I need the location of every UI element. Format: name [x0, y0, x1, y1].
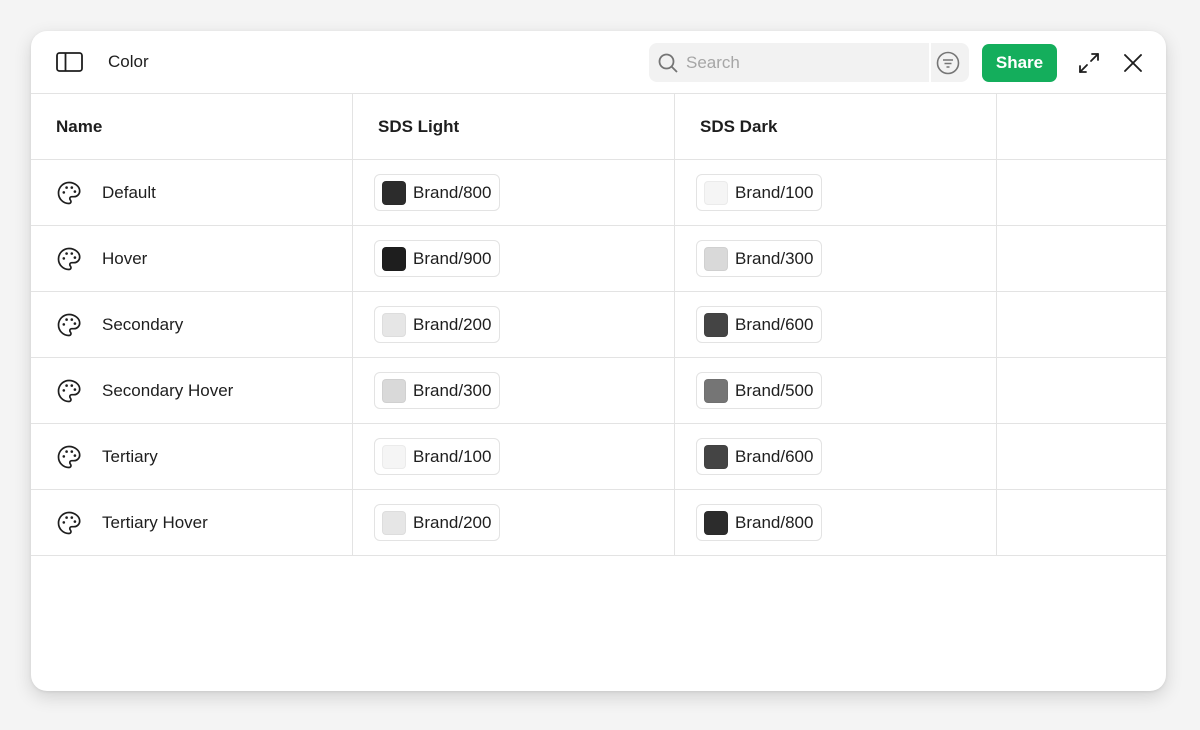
color-token-label: Brand/800 [735, 512, 814, 532]
sds-light-cell: Brand/200 [353, 490, 675, 555]
color-token-label: Brand/500 [735, 380, 814, 400]
sds-dark-cell: Brand/800 [675, 490, 997, 555]
color-token-chip[interactable]: Brand/300 [374, 372, 501, 409]
sds-light-cell: Brand/300 [353, 358, 675, 423]
table-row[interactable]: Default Brand/800 Brand/100 [31, 160, 1166, 226]
color-token-label: Brand/300 [413, 380, 492, 400]
color-token-label: Brand/900 [413, 248, 492, 268]
color-token-chip[interactable]: Brand/500 [696, 372, 823, 409]
color-swatch [704, 444, 728, 469]
search-box [649, 43, 969, 82]
column-header-name[interactable]: Name [31, 94, 353, 159]
color-swatch [382, 444, 406, 469]
empty-cell [997, 424, 1166, 489]
palette-icon [56, 444, 82, 470]
variable-name: Default [102, 182, 156, 202]
palette-icon [56, 510, 82, 536]
empty-cell [997, 292, 1166, 357]
color-token-label: Brand/100 [413, 446, 492, 466]
table-row[interactable]: Secondary Hover Brand/300 Brand/500 [31, 358, 1166, 424]
color-swatch [382, 378, 406, 403]
color-token-chip[interactable]: Brand/200 [374, 504, 501, 541]
expand-icon[interactable] [1077, 51, 1101, 75]
color-swatch [382, 246, 406, 271]
sds-dark-cell: Brand/600 [675, 424, 997, 489]
sds-light-cell: Brand/200 [353, 292, 675, 357]
sds-dark-cell: Brand/100 [675, 160, 997, 225]
search-icon [658, 53, 678, 73]
color-swatch [704, 378, 728, 403]
color-token-chip[interactable]: Brand/300 [696, 240, 823, 277]
color-swatch [382, 510, 406, 535]
color-swatch [704, 246, 728, 271]
palette-icon [56, 180, 82, 206]
column-header-sds-light[interactable]: SDS Light [353, 94, 675, 159]
color-token-chip[interactable]: Brand/900 [374, 240, 501, 277]
color-swatch [382, 312, 406, 337]
close-icon[interactable] [1121, 51, 1145, 75]
table-header-row: Name SDS Light SDS Dark [31, 94, 1166, 160]
color-token-chip[interactable]: Brand/800 [374, 174, 501, 211]
name-cell: Default [31, 160, 353, 225]
color-swatch [704, 312, 728, 337]
color-swatch [704, 510, 728, 535]
color-token-label: Brand/800 [413, 182, 492, 202]
color-token-label: Brand/600 [735, 314, 814, 334]
color-table-window: Color Share [31, 31, 1166, 691]
column-header-empty [997, 94, 1166, 159]
color-token-label: Brand/300 [735, 248, 814, 268]
toolbar: Color Share [31, 31, 1166, 94]
palette-icon [56, 378, 82, 404]
sds-light-cell: Brand/100 [353, 424, 675, 489]
variable-name: Tertiary [102, 446, 158, 466]
share-button[interactable]: Share [982, 44, 1057, 82]
variable-name: Secondary Hover [102, 380, 234, 400]
table-row[interactable]: Hover Brand/900 Brand/300 [31, 226, 1166, 292]
sds-light-cell: Brand/800 [353, 160, 675, 225]
color-swatch [704, 180, 728, 205]
variable-name: Secondary [102, 314, 184, 334]
variable-name: Hover [102, 248, 148, 268]
variable-name: Tertiary Hover [102, 512, 208, 532]
color-token-label: Brand/200 [413, 314, 492, 334]
palette-icon [56, 312, 82, 338]
palette-icon [56, 246, 82, 272]
sds-dark-cell: Brand/300 [675, 226, 997, 291]
search-divider [929, 43, 931, 82]
name-cell: Hover [31, 226, 353, 291]
color-token-label: Brand/100 [735, 182, 814, 202]
color-table: Name SDS Light SDS Dark Default Brand/800… [31, 94, 1166, 556]
name-cell: Tertiary Hover [31, 490, 353, 555]
color-token-chip[interactable]: Brand/800 [696, 504, 823, 541]
sds-dark-cell: Brand/500 [675, 358, 997, 423]
color-token-chip[interactable]: Brand/100 [374, 438, 501, 475]
color-token-label: Brand/600 [735, 446, 814, 466]
color-token-chip[interactable]: Brand/200 [374, 306, 501, 343]
color-swatch [382, 180, 406, 205]
name-cell: Tertiary [31, 424, 353, 489]
sidebar-toggle-icon[interactable] [55, 51, 83, 73]
empty-cell [997, 358, 1166, 423]
sds-light-cell: Brand/900 [353, 226, 675, 291]
page-title: Color [108, 52, 149, 71]
filter-icon[interactable] [935, 50, 961, 76]
sds-dark-cell: Brand/600 [675, 292, 997, 357]
color-token-chip[interactable]: Brand/100 [696, 174, 823, 211]
color-token-label: Brand/200 [413, 512, 492, 532]
table-row[interactable]: Secondary Brand/200 Brand/600 [31, 292, 1166, 358]
color-token-chip[interactable]: Brand/600 [696, 306, 823, 343]
column-header-sds-dark[interactable]: SDS Dark [675, 94, 997, 159]
name-cell: Secondary Hover [31, 358, 353, 423]
table-row[interactable]: Tertiary Brand/100 Brand/600 [31, 424, 1166, 490]
empty-cell [997, 490, 1166, 555]
search-input[interactable] [686, 43, 926, 82]
name-cell: Secondary [31, 292, 353, 357]
empty-cell [997, 226, 1166, 291]
table-row[interactable]: Tertiary Hover Brand/200 Brand/800 [31, 490, 1166, 556]
color-token-chip[interactable]: Brand/600 [696, 438, 823, 475]
empty-cell [997, 160, 1166, 225]
